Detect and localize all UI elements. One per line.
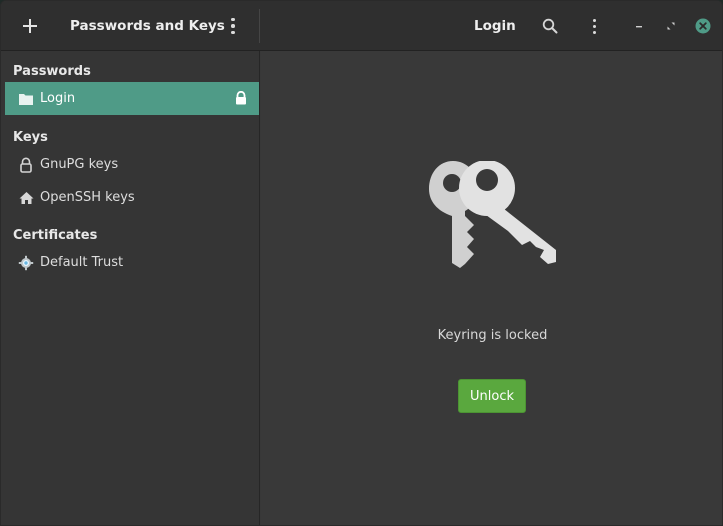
search-button[interactable] <box>538 10 562 42</box>
sidebar-item-label: OpenSSH keys <box>40 190 135 205</box>
header-left: Passwords and Keys <box>1 1 259 51</box>
header-bar: Passwords and Keys Login <box>1 1 722 51</box>
section-title-passwords: Passwords <box>13 64 91 79</box>
sidebar-item-label: Default Trust <box>40 255 124 270</box>
page-title: Login <box>474 18 516 34</box>
app-window: Passwords and Keys Login Passwords Login… <box>0 0 723 526</box>
app-title: Passwords and Keys <box>70 18 225 34</box>
sidebar-item-openssh-keys[interactable]: OpenSSH keys <box>5 181 259 214</box>
close-button[interactable] <box>693 16 713 36</box>
main-content: Keyring is locked Unlock <box>261 51 722 525</box>
unlock-button[interactable]: Unlock <box>458 379 526 413</box>
sidebar-item-label: GnuPG keys <box>40 157 119 172</box>
minimize-button[interactable] <box>629 16 649 36</box>
sidebar-item-login[interactable]: Login <box>5 82 259 115</box>
plus-icon <box>23 19 37 33</box>
vertical-dots-icon <box>231 17 235 35</box>
minimize-icon <box>636 26 642 28</box>
sidebar: Passwords Login Keys GnuPG keys OpenSSH … <box>1 51 260 525</box>
sidebar-item-default-trust[interactable]: Default Trust <box>5 246 259 279</box>
close-icon <box>695 18 711 34</box>
sidebar-item-gnupg-keys[interactable]: GnuPG keys <box>5 148 259 181</box>
section-title-certificates: Certificates <box>13 228 98 243</box>
app-menu-button[interactable] <box>221 10 245 42</box>
view-menu-button[interactable] <box>583 10 605 42</box>
add-button[interactable] <box>15 10 45 42</box>
search-icon <box>542 18 558 34</box>
keyring-status-text: Keyring is locked <box>437 328 548 343</box>
section-title-keys: Keys <box>13 130 48 145</box>
trust-gear-icon <box>18 255 34 271</box>
keys-icon <box>429 161 556 268</box>
folder-icon <box>18 91 34 107</box>
restore-icon <box>667 22 675 30</box>
lock-icon <box>234 90 248 105</box>
vertical-dots-icon <box>592 18 596 34</box>
sidebar-item-label: Login <box>40 91 76 106</box>
home-icon <box>18 190 34 206</box>
maximize-button[interactable] <box>661 16 681 36</box>
header-separator <box>259 9 260 43</box>
gnupg-lock-icon <box>18 157 34 173</box>
